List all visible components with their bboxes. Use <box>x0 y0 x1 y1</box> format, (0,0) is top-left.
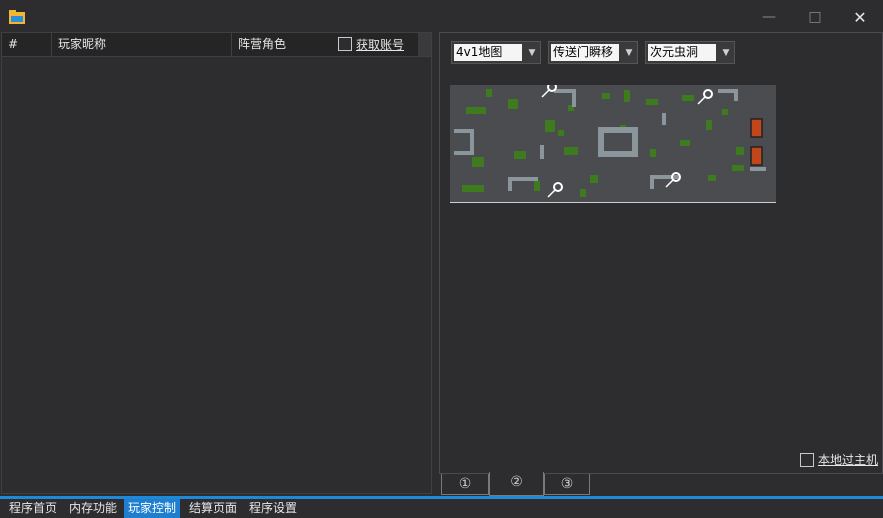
player-list-header: # 玩家昵称 阵营角色 获取账号 <box>2 33 431 57</box>
local-host-checkbox-box[interactable] <box>800 452 814 467</box>
bottom-nav: 程序首页 内存功能 玩家控制 结算页面 程序设置 <box>0 499 883 518</box>
map-select[interactable]: 4v1地图 ▼ <box>451 41 541 64</box>
page-tab-3[interactable]: ③ <box>544 474 590 495</box>
column-header-index[interactable]: # <box>2 33 52 56</box>
header-scroll-spacer <box>418 33 431 56</box>
column-header-nickname[interactable]: 玩家昵称 <box>52 33 232 56</box>
nav-player-control[interactable]: 玩家控制 <box>124 499 181 518</box>
close-icon: ✕ <box>853 7 867 27</box>
get-account-checkbox[interactable]: 获取账号 <box>338 36 404 52</box>
page-tab-2[interactable]: ② <box>489 472 544 496</box>
wormhole-select[interactable]: 次元虫洞 ▼ <box>645 41 735 64</box>
map-select-value: 4v1地图 <box>454 44 522 61</box>
nav-settings[interactable]: 程序设置 <box>245 499 301 518</box>
column-header-role[interactable]: 阵营角色 <box>232 33 332 56</box>
folder-icon <box>9 10 25 24</box>
page-tab-1[interactable]: ① <box>441 474 489 495</box>
maximize-icon: □ <box>808 9 822 25</box>
teleport-select-value: 传送门瞬移 <box>551 44 619 61</box>
nav-home[interactable]: 程序首页 <box>5 499 61 518</box>
get-account-checkbox-box[interactable] <box>338 37 352 51</box>
player-list-panel: # 玩家昵称 阵营角色 获取账号 <box>1 32 432 494</box>
chevron-down-icon: ▼ <box>528 47 536 58</box>
get-account-label[interactable]: 获取账号 <box>356 36 404 53</box>
minimize-button[interactable]: — <box>746 4 792 30</box>
local-host-checkbox[interactable]: 本地过主机 <box>800 451 878 468</box>
map-view[interactable] <box>450 85 776 203</box>
close-button[interactable]: ✕ <box>837 4 883 30</box>
local-host-label[interactable]: 本地过主机 <box>818 451 878 468</box>
chevron-down-icon: ▼ <box>722 47 730 58</box>
title-bar: — □ ✕ <box>0 0 883 32</box>
teleport-select[interactable]: 传送门瞬移 ▼ <box>548 41 638 64</box>
nav-memory[interactable]: 内存功能 <box>65 499 121 518</box>
minimize-icon: — <box>762 9 776 25</box>
nav-settlement[interactable]: 结算页面 <box>185 499 241 518</box>
chevron-down-icon: ▼ <box>625 47 633 58</box>
player-control-panel: 4v1地图 ▼ 传送门瞬移 ▼ 次元虫洞 ▼ 本地过主机 <box>439 32 883 474</box>
player-list-body[interactable] <box>2 57 431 493</box>
maximize-button[interactable]: □ <box>792 4 838 30</box>
wormhole-select-value: 次元虫洞 <box>648 44 716 61</box>
map-image <box>450 85 776 202</box>
